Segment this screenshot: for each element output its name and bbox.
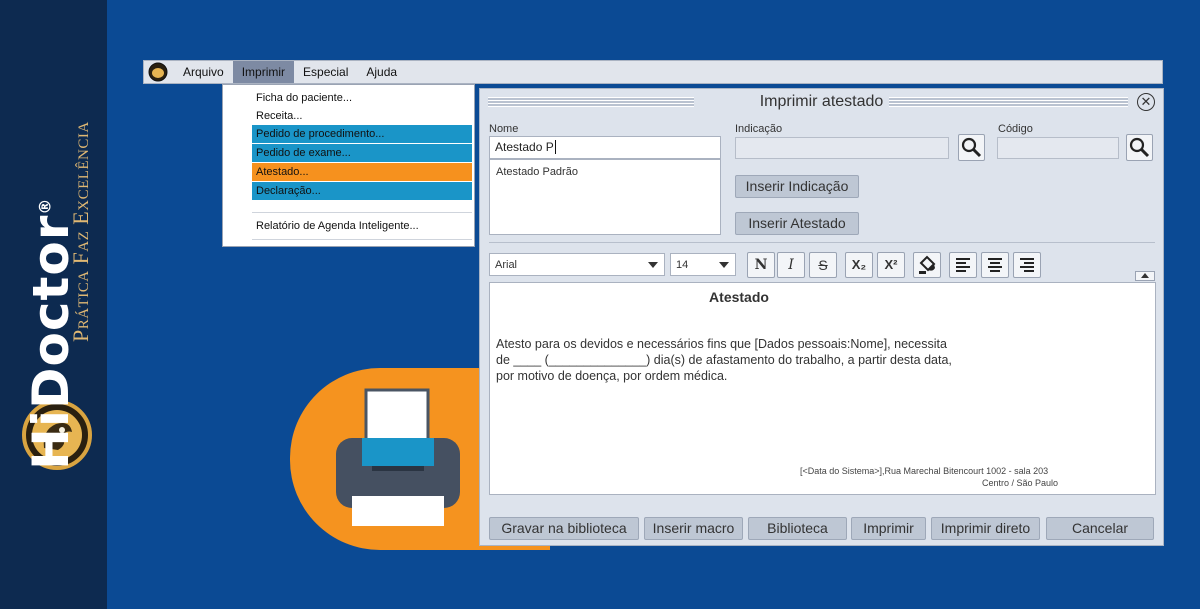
italic-button[interactable]: I bbox=[777, 252, 805, 278]
imprimir-atestado-dialog: Imprimir atestado ✕ Nome Atestado P Ates… bbox=[479, 88, 1164, 546]
align-right-button[interactable] bbox=[1013, 252, 1041, 278]
brand-tagline: Prática Faz Excelência bbox=[68, 121, 93, 342]
search-icon bbox=[1129, 137, 1150, 158]
nome-label: Nome bbox=[489, 123, 519, 135]
align-left-button[interactable] bbox=[949, 252, 977, 278]
strikethrough-button[interactable]: S bbox=[809, 252, 837, 278]
align-left-icon bbox=[956, 258, 970, 272]
collapse-toolbar-button[interactable] bbox=[1135, 271, 1155, 281]
printer-icon bbox=[336, 388, 460, 526]
list-item[interactable]: Atestado Padrão bbox=[490, 160, 720, 184]
atestado-list[interactable]: Atestado Padrão bbox=[489, 159, 721, 235]
align-center-icon bbox=[988, 258, 1002, 272]
imprimir-button[interactable]: Imprimir bbox=[851, 517, 926, 540]
dialog-title-bar[interactable]: Imprimir atestado ✕ bbox=[480, 89, 1163, 115]
superscript-button[interactable]: X² bbox=[877, 252, 905, 278]
dialog-title: Imprimir atestado bbox=[480, 93, 1163, 111]
indicacao-input[interactable] bbox=[735, 137, 949, 159]
hidoctor-logo-icon[interactable] bbox=[148, 62, 168, 82]
document-title: Atestado bbox=[709, 289, 769, 305]
menu-separator bbox=[252, 239, 472, 240]
biblioteca-button[interactable]: Biblioteca bbox=[748, 517, 847, 540]
nome-input[interactable]: Atestado P bbox=[489, 136, 721, 159]
codigo-search-button[interactable] bbox=[1126, 134, 1153, 161]
close-icon[interactable]: ✕ bbox=[1137, 93, 1155, 111]
menu-item-exame[interactable]: Pedido de exame... bbox=[252, 144, 472, 162]
bold-button[interactable]: N bbox=[747, 252, 775, 278]
menu-ajuda[interactable]: Ajuda bbox=[357, 61, 406, 83]
align-right-icon bbox=[1020, 258, 1034, 272]
document-line: de ____ (______________) dia(s) de afast… bbox=[496, 353, 952, 367]
menu-item-receita[interactable]: Receita... bbox=[252, 107, 472, 125]
document-line: Atesto para os devidos e necessários fin… bbox=[496, 337, 947, 351]
font-family-select[interactable]: Arial bbox=[489, 253, 665, 276]
paint-bucket-icon bbox=[919, 255, 936, 274]
menu-especial[interactable]: Especial bbox=[294, 61, 357, 83]
inserir-atestado-button[interactable]: Inserir Atestado bbox=[735, 212, 859, 235]
menu-item-procedimento[interactable]: Pedido de procedimento... bbox=[252, 125, 472, 143]
cancelar-button[interactable]: Cancelar bbox=[1046, 517, 1154, 540]
menu-bar: Arquivo Imprimir Especial Ajuda bbox=[143, 60, 1163, 84]
brand-text: HiDoctor® Prática Faz Excelência bbox=[12, 121, 102, 470]
codigo-label: Código bbox=[998, 123, 1033, 135]
inserir-indicacao-button[interactable]: Inserir Indicação bbox=[735, 175, 859, 198]
brand-strip: HiDoctor® Prática Faz Excelência bbox=[0, 0, 107, 609]
section-divider bbox=[489, 242, 1155, 243]
menu-arquivo[interactable]: Arquivo bbox=[174, 61, 233, 83]
document-footer-address: [<Data do Sistema>],Rua Marechal Bitenco… bbox=[800, 466, 1049, 476]
imprimir-direto-button[interactable]: Imprimir direto bbox=[931, 517, 1040, 540]
indicacao-search-button[interactable] bbox=[958, 134, 985, 161]
search-icon bbox=[961, 137, 982, 158]
menu-item-declaracao[interactable]: Declaração... bbox=[252, 182, 472, 200]
document-line: por motivo de doença, por ordem médica. bbox=[496, 369, 728, 383]
subscript-button[interactable]: X₂ bbox=[845, 252, 873, 278]
print-menu-dropdown: Ficha do paciente... Receita... Pedido d… bbox=[222, 84, 475, 247]
menu-item-ficha[interactable]: Ficha do paciente... bbox=[252, 89, 472, 107]
indicacao-label: Indicação bbox=[735, 123, 783, 135]
codigo-input[interactable] bbox=[997, 137, 1119, 159]
menu-item-atestado[interactable]: Atestado... bbox=[252, 163, 472, 181]
document-editor[interactable]: Atestado Atesto para os devidos e necess… bbox=[489, 282, 1156, 495]
menu-item-relatorio[interactable]: Relatório de Agenda Inteligente... bbox=[252, 217, 472, 235]
menu-imprimir[interactable]: Imprimir bbox=[232, 61, 295, 83]
document-footer-city: Centro / São Paulo bbox=[982, 478, 1059, 488]
align-center-button[interactable] bbox=[981, 252, 1009, 278]
menu-separator bbox=[252, 212, 472, 213]
gravar-biblioteca-button[interactable]: Gravar na biblioteca bbox=[489, 517, 639, 540]
font-size-select[interactable]: 14 bbox=[670, 253, 736, 276]
inserir-macro-button[interactable]: Inserir macro bbox=[644, 517, 743, 540]
paint-bucket-button[interactable] bbox=[913, 252, 941, 278]
